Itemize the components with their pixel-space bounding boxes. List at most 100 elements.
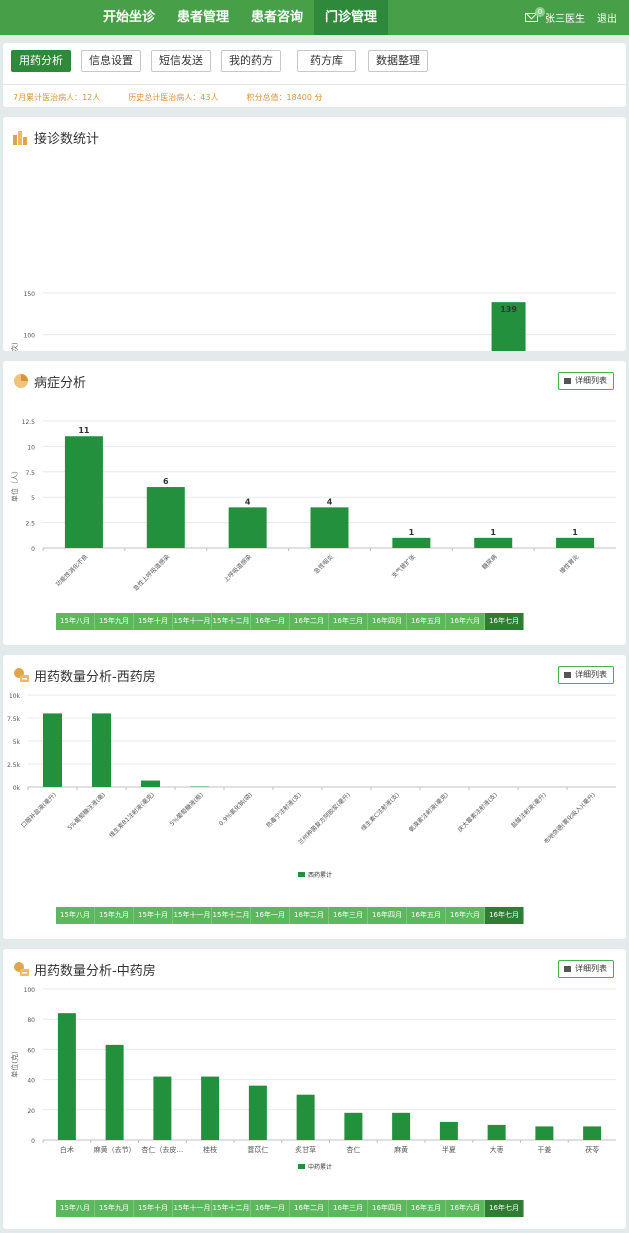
month-tab[interactable]: 16年一月 <box>251 907 290 924</box>
bar <box>64 436 103 548</box>
month-tab[interactable]: 15年十月 <box>134 907 173 924</box>
month-tab[interactable]: 15年八月 <box>56 1200 95 1217</box>
x-tick-label: 大枣 <box>490 1145 504 1154</box>
month-tab[interactable]: 16年一月 <box>251 613 290 630</box>
x-tick-label: 急性上呼吸道感染 <box>132 553 172 593</box>
main-nav: 开始坐诊 患者管理 患者咨询 门诊管理 <box>92 0 389 35</box>
tab-info-settings[interactable]: 信息设置 <box>81 50 141 72</box>
y-tick-label: 12.5 <box>22 419 36 426</box>
data-label: 139 <box>500 305 517 314</box>
x-tick-label: 盐酸注射液(毫升) <box>509 791 548 830</box>
month-tab[interactable]: 16年七月 <box>485 907 524 924</box>
month-tab[interactable]: 15年十一月 <box>173 613 212 630</box>
month-tab[interactable]: 16年七月 <box>485 1200 524 1217</box>
tab-data-organize[interactable]: 数据整理 <box>368 50 428 72</box>
x-tick-label: 0.9%氯化钠(袋) <box>217 791 254 828</box>
month-tab[interactable]: 16年四月 <box>368 613 407 630</box>
nav-patient-consult[interactable]: 患者咨询 <box>240 0 314 35</box>
data-label: 11 <box>78 426 90 435</box>
data-label: 6 <box>163 477 169 486</box>
month-tab[interactable]: 16年五月 <box>407 613 446 630</box>
x-tick-label: 兰州种菌复方阿胶浆(毫升) <box>296 791 352 847</box>
nav-clinic-management[interactable]: 门诊管理 <box>314 0 389 35</box>
month-tab[interactable]: 15年十一月 <box>173 907 212 924</box>
month-tab[interactable]: 15年十二月 <box>212 907 251 924</box>
month-tab[interactable]: 16年二月 <box>290 907 329 924</box>
bar <box>201 1076 220 1140</box>
stat-points: 积分总值：18400 分 <box>246 93 323 102</box>
top-navbar: 开始坐诊 患者管理 患者咨询 门诊管理 0 张三医生 退出 <box>0 0 629 35</box>
tab-sms-send[interactable]: 短信发送 <box>151 50 211 72</box>
month-tab[interactable]: 16年七月 <box>485 613 524 630</box>
month-tab[interactable]: 16年六月 <box>446 1200 485 1217</box>
stat-total-patients: 历史总计医治病人：43人 <box>128 93 219 102</box>
tab-prescription-library[interactable]: 药方库 <box>297 50 356 72</box>
disease-month-selector: 15年八月 15年九月 15年十月 15年十一月 15年十二月 16年一月 16年二月 16年… <box>56 613 524 630</box>
month-tab[interactable]: 16年四月 <box>368 1200 407 1217</box>
month-tab[interactable]: 16年三月 <box>329 907 368 924</box>
legend-label: 西药累计 <box>308 871 332 879</box>
x-tick-label: 热毒宁注射液(支) <box>264 791 303 830</box>
y-tick-label: 100 <box>24 333 36 340</box>
month-tab[interactable]: 15年九月 <box>95 613 134 630</box>
bar <box>141 780 160 787</box>
data-label: 4 <box>327 497 333 506</box>
bar <box>535 1126 554 1140</box>
month-tab[interactable]: 15年九月 <box>95 907 134 924</box>
month-tab[interactable]: 15年九月 <box>95 1200 134 1217</box>
tab-my-prescriptions[interactable]: 我的药方 <box>221 50 281 72</box>
logout-link[interactable]: 退出 <box>597 10 617 25</box>
bar <box>392 1112 411 1140</box>
x-tick-label: 麻黄（去节） <box>94 1145 136 1154</box>
data-label: 4 <box>245 497 251 506</box>
divider <box>3 84 626 85</box>
month-tab[interactable]: 15年十一月 <box>173 1200 212 1217</box>
legend-swatch <box>298 872 305 877</box>
y-tick-label: 2.5 <box>25 521 35 528</box>
disease-panel: 病症分析 详细列表 0 2.5 5 7.5 10 12.5 单位（人） 11 功能性消化不良 6 急… <box>3 361 626 645</box>
tab-medication-analysis[interactable]: 用药分析 <box>11 50 71 72</box>
month-tab[interactable]: 15年十二月 <box>212 613 251 630</box>
western-panel: 用药数量分析-西药房 详细列表 0k 2.5k 5k 7.5k 10k 口服补盐液(毫升)… <box>3 655 626 939</box>
month-tab[interactable]: 15年十月 <box>134 613 173 630</box>
bar <box>583 1126 602 1140</box>
month-tab[interactable]: 16年五月 <box>407 907 446 924</box>
month-tab[interactable]: 16年二月 <box>290 613 329 630</box>
legend-swatch <box>298 1164 305 1169</box>
month-tab[interactable]: 16年二月 <box>290 1200 329 1217</box>
month-tab[interactable]: 16年六月 <box>446 907 485 924</box>
y-tick-label: 7.5 <box>25 470 35 477</box>
doctor-name[interactable]: 张三医生 <box>545 10 585 25</box>
bar <box>228 507 267 548</box>
nav-patient-management[interactable]: 患者管理 <box>166 0 240 35</box>
month-tab[interactable]: 16年四月 <box>368 907 407 924</box>
month-tab[interactable]: 16年三月 <box>329 1200 368 1217</box>
y-tick-label: 10k <box>9 693 21 700</box>
bar <box>392 537 431 548</box>
month-tab[interactable]: 15年八月 <box>56 613 95 630</box>
y-tick-label: 10 <box>27 444 35 451</box>
bar <box>57 1013 76 1140</box>
x-tick-label: 干姜 <box>537 1145 551 1154</box>
x-tick-label: 薏苡仁 <box>247 1145 268 1154</box>
month-tab[interactable]: 16年五月 <box>407 1200 446 1217</box>
summary-stats: 7月累计医治病人：12人 历史总计医治病人：43人 积分总值：18400 分 <box>13 92 350 103</box>
month-tab[interactable]: 16年一月 <box>251 1200 290 1217</box>
y-tick-label: 5 <box>31 495 35 502</box>
western-month-selector: 15年八月 15年九月 15年十月 15年十一月 15年十二月 16年一月 16年二月 16年… <box>56 907 524 924</box>
x-tick-label: 糖尿病 <box>480 553 498 571</box>
legend-label: 中药累计 <box>308 1163 332 1171</box>
message-count-badge: 0 <box>535 7 545 17</box>
month-tab[interactable]: 15年十月 <box>134 1200 173 1217</box>
x-tick-label: 庆大霉素注射液(支) <box>456 791 499 834</box>
mail-icon[interactable]: 0 <box>525 7 545 22</box>
bar <box>344 1112 363 1140</box>
month-tab[interactable]: 16年三月 <box>329 613 368 630</box>
month-tab[interactable]: 16年六月 <box>446 613 485 630</box>
y-tick-label: 20 <box>27 1108 35 1115</box>
y-axis-label: 单位(克) <box>10 1051 19 1078</box>
y-tick-label: 7.5k <box>7 716 21 723</box>
nav-start-consult[interactable]: 开始坐诊 <box>92 0 166 35</box>
month-tab[interactable]: 15年八月 <box>56 907 95 924</box>
month-tab[interactable]: 15年十二月 <box>212 1200 251 1217</box>
